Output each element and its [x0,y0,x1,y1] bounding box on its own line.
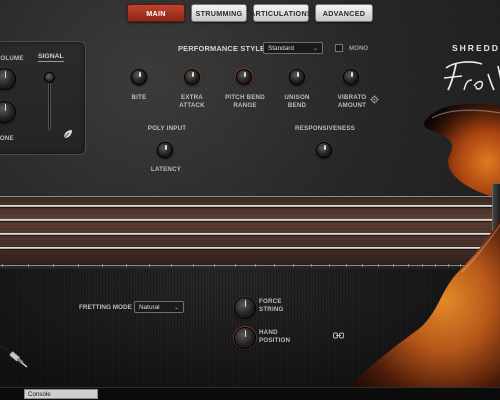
instrument-window: MAIN STRUMMING ARTICULATIONS ADVANCED VO… [0,0,500,400]
mono-label: MONO [349,45,369,52]
fret-tick [126,264,127,267]
force-string-label-line1: FORCE [259,298,282,305]
fret-tick [171,264,173,267]
gear-icon[interactable] [370,95,379,104]
fret-tick [214,264,216,267]
hand-position-label-line1: HAND [259,329,278,336]
fretting-mode-dropdown[interactable]: Natural ⌄ [134,301,184,313]
leaf-icon[interactable] [62,128,74,140]
fretting-mode-label: FRETTING MODE [79,304,132,311]
extra-attack-label-line2: ATTACK [179,102,205,109]
vibrato-amount-label: VIBRATO AMOUNT [331,94,373,110]
extra-attack-knob[interactable] [184,69,200,85]
fret-tick [274,264,276,267]
volume-label: VOLUME [0,55,24,62]
bite-label: BITE [131,94,147,101]
latency-label: LATENCY [150,166,182,173]
force-string-label-line2: STRING [259,306,284,313]
tab-articulations[interactable]: ARTICULATIONS [250,4,312,22]
mono-checkbox[interactable] [335,44,343,52]
performance-style-label: PERFORMANCE STYLE [178,44,266,53]
responsiveness-label: RESPONSIVENESS [295,125,355,132]
responsiveness-knob[interactable] [316,142,332,158]
vibrato-amount-knob[interactable] [343,69,359,85]
poly-input-label: POLY INPUT [147,125,187,132]
guitar-body-lower [337,220,500,400]
product-logo [443,61,500,91]
chevron-down-icon: ⌄ [312,45,318,52]
hand-position-knob[interactable] [234,327,256,349]
fret-tick [255,264,256,267]
unison-bend-label: UNISON BEND [277,94,317,110]
pitch-bend-range-knob[interactable] [236,69,252,85]
chevron-down-icon: ⌄ [173,304,179,311]
performance-style-dropdown[interactable]: Standard ⌄ [263,42,323,54]
fret-tick [2,264,3,267]
link-icon[interactable] [333,331,344,340]
force-string-knob[interactable] [234,297,256,319]
vibrato-label-line1: VIBRATO [337,94,367,101]
signal-title: SIGNAL [38,53,64,62]
fret-tick [311,264,313,267]
fret-tick [235,264,236,267]
signal-fader-handle[interactable] [44,72,55,83]
tab-main[interactable]: MAIN [127,4,185,22]
pitch-bend-range-label: PITCH BEND RANGE [222,94,268,110]
pitch-bend-label-line1: PITCH BEND [225,94,265,101]
fret-tick [293,264,295,267]
top-tab-bar: MAIN STRUMMING ARTICULATIONS ADVANCED [127,4,373,22]
unison-bend-label-line2: BEND [287,102,307,109]
fret-tick [149,264,150,267]
tone-label: TONE [0,135,14,142]
force-string-label: FORCE STRING [259,298,284,314]
vibrato-label-line2: AMOUNT [337,102,367,109]
tab-strumming[interactable]: STRUMMING [191,4,247,22]
unison-bend-knob[interactable] [289,69,305,85]
hand-position-label-line2: POSITION [259,337,291,344]
hand-position-label: HAND POSITION [259,329,290,345]
extra-attack-label-line1: EXTRA [181,94,203,101]
fret-tick [53,264,55,267]
bite-knob[interactable] [131,69,147,85]
extra-attack-label: EXTRA ATTACK [172,94,212,110]
console-tab[interactable]: Console [24,389,98,399]
pitch-bend-label-line2: RANGE [233,102,257,109]
unison-bend-label-line1: UNISON [284,94,310,101]
fret-tick [28,264,29,267]
fretting-mode-value: Natural [139,303,160,311]
fret-tick [78,264,80,267]
fret-tick [193,264,195,267]
string-1[interactable] [0,205,500,207]
tab-advanced[interactable]: ADVANCED [315,4,373,22]
latency-knob[interactable] [157,142,173,158]
fret-tick [102,264,104,267]
guitar-body-upper [423,103,500,200]
cable-jack-icon [0,344,28,368]
performance-style-value: Standard [268,44,294,52]
